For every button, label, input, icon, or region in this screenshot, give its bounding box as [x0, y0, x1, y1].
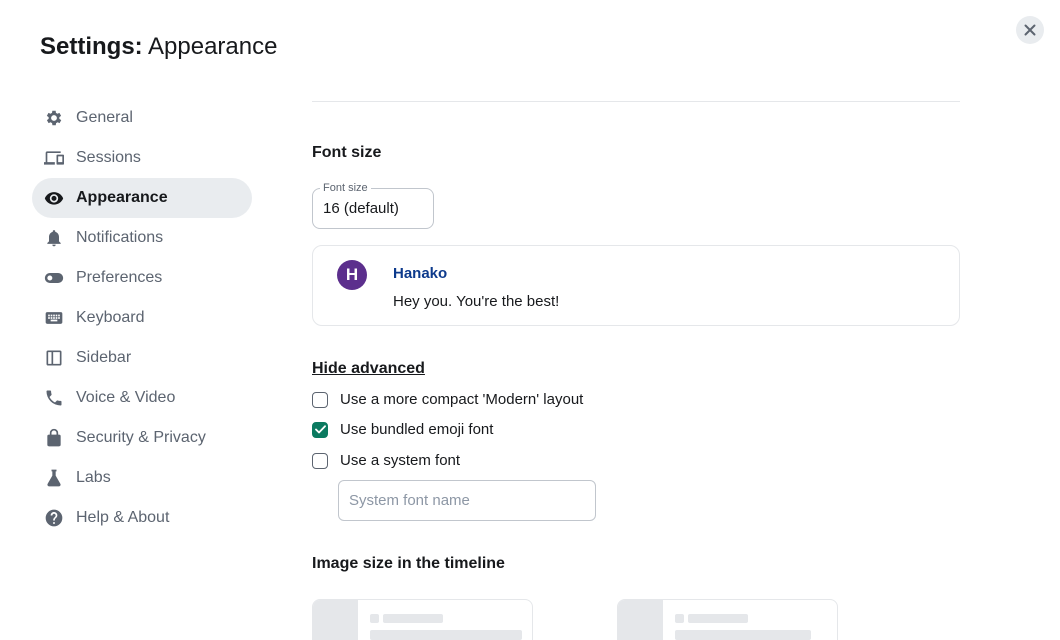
sidebar-item-label: Security & Privacy — [76, 429, 206, 446]
sidebar-item-label: Keyboard — [76, 309, 145, 326]
sidebar-item-labs[interactable]: Labs — [32, 458, 252, 498]
phone-icon — [44, 388, 64, 408]
sidebar-item-label: Sidebar — [76, 349, 132, 366]
compact-layout-option[interactable]: Use a more compact 'Modern' layout — [312, 391, 583, 408]
sidebar-item-label: Labs — [76, 469, 111, 486]
font-size-field-label: Font size — [320, 182, 371, 195]
sidebar-item-label: Appearance — [76, 189, 168, 206]
system-font-name-input[interactable] — [338, 480, 596, 521]
section-divider — [312, 101, 960, 102]
hide-advanced-link[interactable]: Hide advanced — [312, 360, 425, 378]
image-size-option-large[interactable] — [312, 599, 533, 640]
close-icon — [1024, 24, 1036, 36]
sidebar-icon — [44, 348, 64, 368]
check-icon — [314, 425, 326, 434]
devices-icon — [44, 148, 64, 168]
compact-layout-checkbox[interactable] — [312, 391, 328, 408]
font-size-heading: Font size — [312, 144, 382, 161]
sidebar-item-label: Preferences — [76, 269, 163, 286]
system-font-label: Use a system font — [340, 452, 461, 469]
sidebar-item-label: Sessions — [76, 149, 141, 166]
compact-layout-label: Use a more compact 'Modern' layout — [340, 391, 584, 408]
bell-icon — [44, 228, 64, 248]
placeholder-avatar — [370, 614, 379, 623]
bundled-emoji-label: Use bundled emoji font — [340, 421, 494, 438]
title-prefix: Settings: — [40, 33, 143, 60]
lock-icon — [44, 428, 64, 448]
placeholder-name-line — [688, 614, 748, 623]
keyboard-icon — [44, 308, 64, 328]
font-size-select[interactable]: Font size 16 (default) — [312, 182, 434, 229]
placeholder-name-line — [383, 614, 443, 623]
sidebar-item-label: General — [76, 109, 133, 126]
gear-icon — [44, 108, 64, 128]
settings-dialog: Settings: Appearance General Sessions Ap… — [0, 0, 1060, 640]
eye-icon — [44, 188, 64, 208]
flask-icon — [44, 468, 64, 488]
image-thumbnail-placeholder — [313, 600, 358, 640]
preview-message-text: Hey you. You're the best! — [393, 293, 560, 310]
image-size-heading: Image size in the timeline — [312, 555, 505, 572]
font-size-value: 16 (default) — [323, 200, 399, 217]
sidebar-item-label: Voice & Video — [76, 389, 176, 406]
settings-sidebar: General Sessions Appearance Notification… — [32, 98, 252, 538]
sidebar-item-label: Help & About — [76, 509, 170, 526]
sidebar-item-label: Notifications — [76, 229, 164, 246]
placeholder-body-line — [370, 630, 522, 640]
placeholder-body-line — [675, 630, 811, 640]
toggle-icon — [44, 268, 64, 288]
image-size-option-small[interactable] — [617, 599, 838, 640]
avatar-letter: H — [345, 265, 359, 284]
preview-sender-name: Hanako — [393, 265, 448, 282]
message-preview: H Hanako Hey you. You're the best! — [312, 245, 960, 326]
sidebar-item-general[interactable]: General — [32, 98, 252, 138]
system-font-checkbox[interactable] — [312, 452, 328, 469]
title-section: Appearance — [148, 33, 278, 60]
system-font-option[interactable]: Use a system font — [312, 452, 460, 469]
page-title: Settings: Appearance — [40, 32, 277, 62]
help-icon — [44, 508, 64, 528]
avatar: H — [337, 260, 367, 290]
sidebar-item-security-privacy[interactable]: Security & Privacy — [32, 418, 252, 458]
sidebar-item-voice-video[interactable]: Voice & Video — [32, 378, 252, 418]
sidebar-item-notifications[interactable]: Notifications — [32, 218, 252, 258]
bundled-emoji-option[interactable]: Use bundled emoji font — [312, 421, 493, 438]
placeholder-avatar — [675, 614, 684, 623]
sidebar-item-keyboard[interactable]: Keyboard — [32, 298, 252, 338]
sidebar-item-help-about[interactable]: Help & About — [32, 498, 252, 538]
image-thumbnail-placeholder — [618, 600, 663, 640]
bundled-emoji-checkbox[interactable] — [312, 421, 328, 438]
sidebar-item-sessions[interactable]: Sessions — [32, 138, 252, 178]
close-button[interactable] — [1016, 16, 1044, 44]
sidebar-item-sidebar[interactable]: Sidebar — [32, 338, 252, 378]
sidebar-item-preferences[interactable]: Preferences — [32, 258, 252, 298]
sidebar-item-appearance[interactable]: Appearance — [32, 178, 252, 218]
